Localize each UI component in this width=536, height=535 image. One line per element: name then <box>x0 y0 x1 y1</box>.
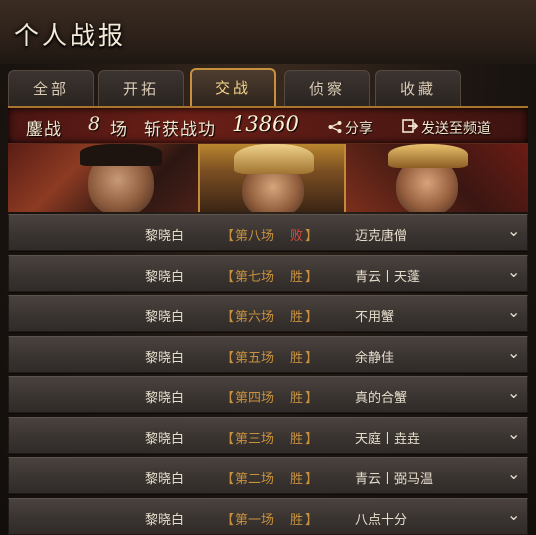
match-number: 第六场 <box>235 310 275 325</box>
bracket-right: 】 <box>305 431 319 447</box>
chevron-down-icon[interactable]: ⌄ <box>507 383 520 402</box>
battle-record-row[interactable]: 黎晓白 【 第四场 胜 】 真的合蟹 ⌄ <box>8 376 528 413</box>
opponent-name: 天庭丨垚垚 <box>355 431 421 447</box>
battle-count: 8 <box>88 113 101 135</box>
chevron-down-icon[interactable]: ⌄ <box>507 424 520 443</box>
bracket-left: 【 <box>221 269 235 285</box>
share-icon <box>328 121 342 137</box>
bracket-left: 【 <box>221 310 235 325</box>
tab-scout[interactable]: 侦察 <box>284 70 370 106</box>
title-bar: 个人战报 <box>0 0 536 64</box>
chevron-down-icon[interactable]: ⌄ <box>507 464 520 483</box>
bracket-left: 【 <box>221 431 235 447</box>
chevron-down-icon[interactable]: ⌄ <box>507 302 520 321</box>
tab-explore[interactable]: 开拓 <box>98 70 184 106</box>
hero-portrait-strip <box>8 144 528 212</box>
share-button[interactable]: 分享 <box>328 118 373 138</box>
match-result: 胜 <box>290 391 304 406</box>
send-to-channel-button[interactable]: 发送至频道 <box>402 118 491 138</box>
opponent-name: 真的合蟹 <box>355 391 408 406</box>
battle-label: 鏖战 <box>26 120 62 140</box>
send-to-channel-label: 发送至频道 <box>421 121 491 137</box>
match-result: 胜 <box>290 350 304 366</box>
battle-record-row[interactable]: 黎晓白 【 第五场 胜 】 余静佳 ⌄ <box>8 335 528 373</box>
battle-report-panel: 个人战报 全部 开拓 交战 侦察 收藏 鏖战 8 场 斩获战功 13860 分享… <box>0 0 536 535</box>
match-result: 胜 <box>290 472 304 487</box>
battle-record-row[interactable]: 黎晓白 【 第二场 胜 】 青云丨弼马温 ⌄ <box>8 457 528 494</box>
tab-all[interactable]: 全部 <box>8 70 94 106</box>
player-name: 黎晓白 <box>145 229 185 244</box>
match-number: 第七场 <box>235 269 275 285</box>
player-name: 黎晓白 <box>145 269 185 285</box>
bracket-right: 】 <box>305 391 319 406</box>
chevron-down-icon[interactable]: ⌄ <box>507 343 520 362</box>
report-tabs: 全部 开拓 交战 侦察 收藏 <box>0 68 536 106</box>
bracket-right: 】 <box>305 269 319 285</box>
match-number: 第八场 <box>235 229 275 244</box>
player-name: 黎晓白 <box>145 472 185 487</box>
bracket-left: 【 <box>221 472 235 487</box>
match-number: 第一场 <box>235 512 275 528</box>
bracket-right: 】 <box>305 310 319 325</box>
bracket-left: 【 <box>221 391 235 406</box>
bracket-right: 】 <box>305 512 319 528</box>
match-number: 第三场 <box>235 431 275 447</box>
battle-record-row[interactable]: 黎晓白 【 第一场 胜 】 八点十分 ⌄ <box>8 497 528 535</box>
hero-portrait-center <box>198 144 346 212</box>
player-name: 黎晓白 <box>145 310 185 325</box>
player-name: 黎晓白 <box>145 391 185 406</box>
share-label: 分享 <box>345 121 373 137</box>
chevron-down-icon[interactable]: ⌄ <box>507 505 520 524</box>
battle-record-row[interactable]: 黎晓白 【 第七场 胜 】 青云丨天蓬 ⌄ <box>8 254 528 292</box>
merit-value: 13860 <box>232 112 299 136</box>
chevron-down-icon[interactable]: ⌄ <box>507 221 520 240</box>
send-to-channel-icon <box>402 119 419 137</box>
match-result: 败 <box>290 229 304 244</box>
tab-favorites[interactable]: 收藏 <box>375 70 461 106</box>
bracket-left: 【 <box>221 512 235 528</box>
chevron-down-icon[interactable]: ⌄ <box>507 262 520 281</box>
hero-portrait-left <box>8 144 198 212</box>
tab-battle[interactable]: 交战 <box>190 68 276 106</box>
match-number: 第二场 <box>235 472 275 487</box>
bracket-right: 】 <box>305 229 319 244</box>
opponent-name: 青云丨弼马温 <box>355 472 434 487</box>
opponent-name: 余静佳 <box>355 350 395 366</box>
battle-record-row[interactable]: 黎晓白 【 第八场 败 】 迈克唐僧 ⌄ <box>8 214 528 251</box>
player-name: 黎晓白 <box>145 431 185 447</box>
match-result: 胜 <box>290 310 304 325</box>
page-title: 个人战报 <box>14 21 127 50</box>
merit-label: 斩获战功 <box>144 120 216 140</box>
opponent-name: 八点十分 <box>355 512 408 528</box>
bracket-left: 【 <box>221 229 235 244</box>
match-result: 胜 <box>290 269 304 285</box>
match-result: 胜 <box>290 431 304 447</box>
opponent-name: 不用蟹 <box>355 310 395 325</box>
hero-portrait-right <box>346 144 528 212</box>
match-number: 第四场 <box>235 391 275 406</box>
battle-record-row[interactable]: 黎晓白 【 第三场 胜 】 天庭丨垚垚 ⌄ <box>8 416 528 454</box>
opponent-name: 青云丨天蓬 <box>355 269 421 285</box>
match-number: 第五场 <box>235 350 275 366</box>
match-result: 胜 <box>290 512 304 528</box>
bracket-right: 】 <box>305 472 319 487</box>
player-name: 黎晓白 <box>145 350 185 366</box>
battle-unit: 场 <box>110 120 127 140</box>
bracket-left: 【 <box>221 350 235 366</box>
player-name: 黎晓白 <box>145 512 185 528</box>
battle-summary-bar: 鏖战 8 场 斩获战功 13860 分享 发送至频道 <box>8 106 528 144</box>
opponent-name: 迈克唐僧 <box>355 229 408 244</box>
battle-record-row[interactable]: 黎晓白 【 第六场 胜 】 不用蟹 ⌄ <box>8 295 528 332</box>
bracket-right: 】 <box>305 350 319 366</box>
